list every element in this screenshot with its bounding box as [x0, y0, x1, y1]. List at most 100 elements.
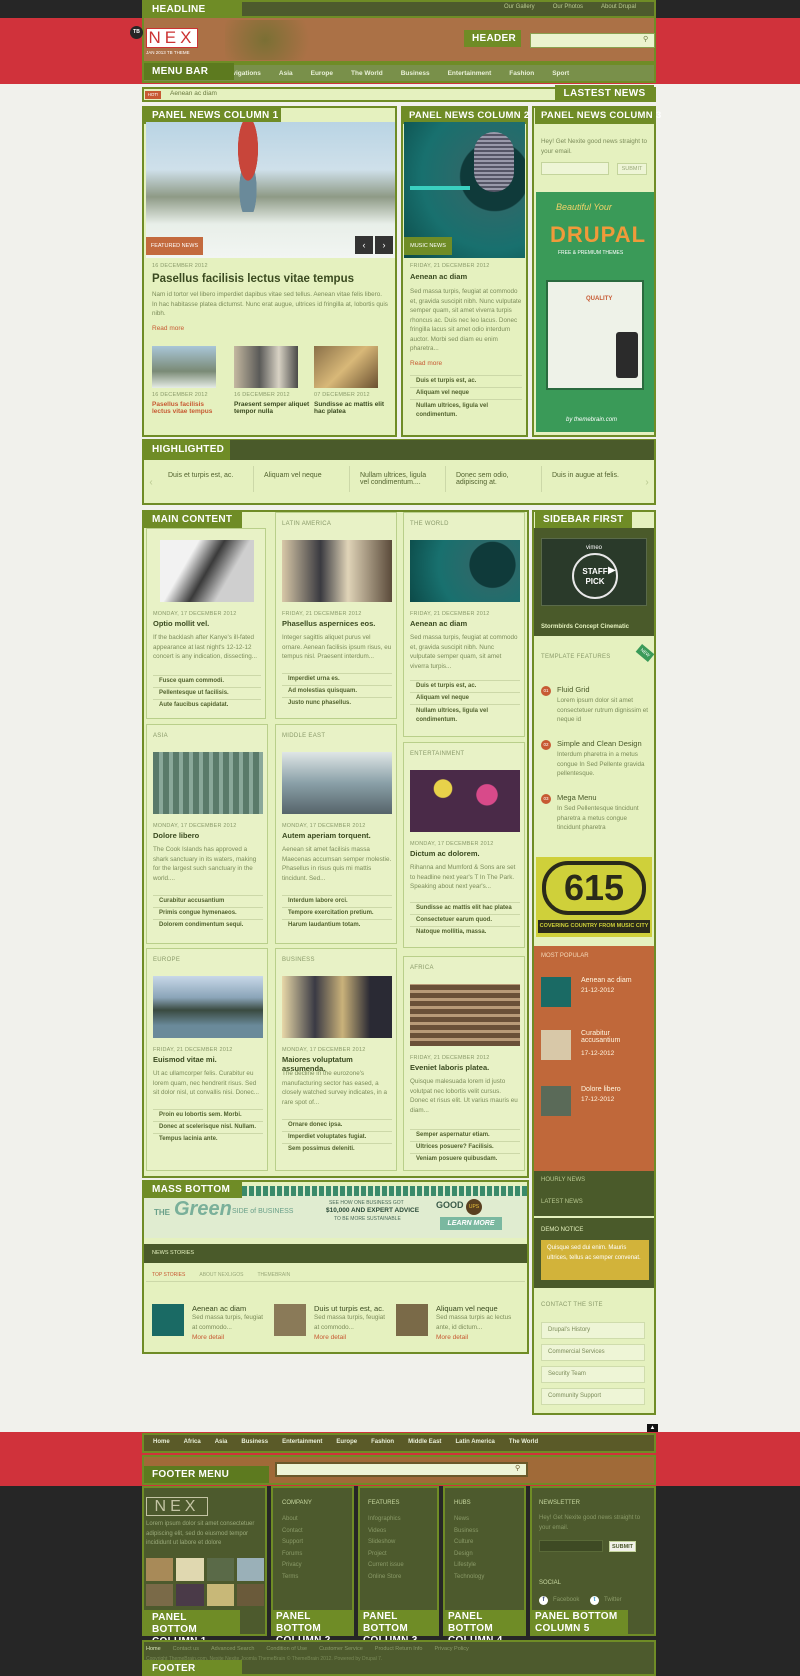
highlight-item[interactable]: Nullam ultrices, ligula vel condimentum.…	[350, 466, 446, 492]
footer-nav-business[interactable]: Business	[234, 1434, 275, 1451]
bullet-item[interactable]: Veniam posuere quibusdam.	[410, 1153, 520, 1165]
contact-link-commercial[interactable]: Commercial Services	[541, 1344, 645, 1361]
bullet-item[interactable]: Duis et turpis est, ac.	[410, 680, 520, 692]
subscribe-email-input[interactable]	[541, 162, 609, 175]
article-card-9[interactable]: AFRICA FRIDAY, 21 DECEMBER 2012 Eveniet …	[403, 956, 525, 1171]
tab-about[interactable]: ABOUT NEXLIGOS	[199, 1268, 243, 1281]
slider-next-button[interactable]: ›	[375, 236, 393, 254]
highlight-item[interactable]: Donec sem odio, adipiscing at.	[446, 466, 542, 492]
bullet-item[interactable]: Sem possimus deleniti.	[282, 1143, 392, 1155]
bullet-item[interactable]: Ornare donec ipsa.	[282, 1119, 392, 1131]
bullet-item[interactable]: Ultrices posuere? Facilisis.	[410, 1141, 520, 1153]
company-link[interactable]: Terms	[282, 1574, 303, 1580]
hubs-link[interactable]: News	[454, 1516, 484, 1522]
bullet-item[interactable]: Semper aspernatur etiam.	[410, 1129, 520, 1141]
latest-news-tab[interactable]: LATEST NEWS	[541, 1199, 583, 1205]
footer-search-input[interactable]	[275, 1462, 528, 1477]
footer-nav-fashion[interactable]: Fashion	[364, 1434, 401, 1451]
contact-link-history[interactable]: Drupal's History	[541, 1322, 645, 1339]
bullet-item[interactable]: Donec at scelerisque nisl. Nullam.	[153, 1121, 263, 1133]
search-input[interactable]	[530, 33, 655, 48]
newsletter-email-input[interactable]	[539, 1540, 603, 1552]
bullet-item[interactable]: Nullam ultrices, ligula vel condimentum.	[410, 399, 522, 420]
highlight-item[interactable]: Duis et turpis est, ac.	[158, 466, 254, 492]
facebook-link[interactable]: Facebook	[553, 1597, 579, 1603]
facebook-icon[interactable]: f	[539, 1596, 548, 1605]
story-more[interactable]: More detail	[436, 1334, 468, 1341]
bullet-item[interactable]: Interdum labore orci.	[282, 895, 392, 907]
hubs-link[interactable]: Business	[454, 1528, 484, 1534]
twitter-link[interactable]: Twitter	[604, 1597, 622, 1603]
popular-item-3[interactable]: Dolore libero 17-12-2012	[541, 1084, 649, 1120]
top-link-gallery[interactable]: Our Gallery	[504, 4, 535, 10]
features-link[interactable]: Online Store	[368, 1574, 404, 1580]
banner-learn-more-button[interactable]: LEARN MORE	[440, 1217, 502, 1230]
footer-nav-the-world[interactable]: The World	[502, 1434, 545, 1451]
highlight-prev-button[interactable]: ‹	[146, 470, 156, 495]
gallery-thumb[interactable]	[176, 1558, 204, 1581]
play-icon[interactable]: ▶	[608, 565, 616, 576]
popular-item-1[interactable]: Aenean ac diam 21-12-2012	[541, 975, 649, 1011]
nav-fashion[interactable]: Fashion	[500, 64, 543, 83]
footer-link[interactable]: Condition of Use	[266, 1646, 307, 1652]
bullet-item[interactable]: Fusce quam commodi.	[153, 675, 261, 687]
company-link[interactable]: Support	[282, 1539, 303, 1545]
company-link[interactable]: Contact	[282, 1528, 303, 1534]
bullet-item[interactable]: Aliquam vel neque	[410, 692, 520, 704]
article-card-6[interactable]: ENTERTAINMENT MONDAY, 17 DECEMBER 2012 D…	[403, 742, 525, 948]
twitter-icon[interactable]: t	[590, 1596, 599, 1605]
nav-asia[interactable]: Asia	[270, 64, 302, 83]
ticker-text[interactable]: Aenean ac diam	[170, 90, 217, 97]
story-item-3[interactable]: Aliquam vel neque Sed massa turpis ac le…	[396, 1304, 524, 1344]
article-card-5[interactable]: MIDDLE EAST MONDAY, 17 DECEMBER 2012 Aut…	[275, 724, 397, 944]
bullet-item[interactable]: Nullam ultrices, ligula vel condimentum.	[410, 704, 520, 725]
nav-sport[interactable]: Sport	[543, 64, 578, 83]
features-link[interactable]: Project	[368, 1551, 404, 1557]
hubs-link[interactable]: Lifestyle	[454, 1562, 484, 1568]
footer-nav-africa[interactable]: Africa	[177, 1434, 208, 1451]
popular-item-2[interactable]: Curabitur accusantium 17-12-2012	[541, 1028, 649, 1064]
article-card-1[interactable]: MONDAY, 17 DECEMBER 2012 Optio mollit ve…	[146, 528, 266, 719]
bullet-item[interactable]: Duis et turpis est, ac.	[410, 375, 522, 387]
story-more[interactable]: More detail	[192, 1334, 224, 1341]
panel1-mini-3[interactable]: 07 DECEMBER 2012 Sundisse ac mattis elit…	[314, 346, 388, 431]
drupal-ad[interactable]: Beautiful Your DRUPAL FREE & PREMIUM THE…	[536, 192, 654, 432]
bullet-item[interactable]: Tempore exercitation pretium.	[282, 907, 392, 919]
logo[interactable]: TB NEX JAN 2013 TB THEME	[130, 22, 210, 62]
featured-read-more[interactable]: Read more	[152, 325, 184, 332]
hubs-link[interactable]: Design	[454, 1551, 484, 1557]
gallery-thumb[interactable]	[236, 1583, 264, 1606]
story-item-1[interactable]: Aenean ac diam Sed massa turpis, feugiat…	[152, 1304, 270, 1344]
video-thumbnail[interactable]: vimeo STAFF PICK ▶	[541, 538, 647, 606]
footer-nav-home[interactable]: Home	[146, 1434, 177, 1451]
top-link-photos[interactable]: Our Photos	[553, 4, 583, 10]
article-card-4[interactable]: ASIA MONDAY, 17 DECEMBER 2012 Dolore lib…	[146, 724, 268, 944]
footer-nav-entertainment[interactable]: Entertainment	[275, 1434, 329, 1451]
nav-europe[interactable]: Europe	[302, 64, 342, 83]
bullet-item[interactable]: Curabitur accusantium	[153, 895, 263, 907]
footer-nav-middle-east[interactable]: Middle East	[401, 1434, 448, 1451]
article-card-7[interactable]: EUROPE FRIDAY, 21 DECEMBER 2012 Euismod …	[146, 948, 268, 1171]
bullet-item[interactable]: Harum laudantium totam.	[282, 919, 392, 931]
bullet-item[interactable]: Proin eu lobortis sem. Morbi.	[153, 1109, 263, 1121]
tab-themebrain[interactable]: THEMEBRAIN	[257, 1268, 290, 1281]
panel1-mini-1[interactable]: 16 DECEMBER 2012 Pasellus facilisis lect…	[152, 346, 222, 431]
contact-link-community[interactable]: Community Support	[541, 1388, 645, 1405]
tab-top-stories[interactable]: TOP STORIES	[152, 1268, 185, 1281]
article-card-8[interactable]: BUSINESS MONDAY, 17 DECEMBER 2012 Maiore…	[275, 948, 397, 1171]
nav-entertainment[interactable]: Entertainment	[439, 64, 501, 83]
bullet-item[interactable]: Primis congue hymenaeos.	[153, 907, 263, 919]
newsletter-submit-button[interactable]: SUBMIT	[609, 1541, 636, 1552]
music-read-more[interactable]: Read more	[410, 360, 442, 367]
slider-prev-button[interactable]: ‹	[355, 236, 373, 254]
highlight-next-button[interactable]: ›	[642, 470, 652, 495]
bullet-item[interactable]: Tempus lacinia ante.	[153, 1133, 263, 1145]
footer-nav-europe[interactable]: Europe	[329, 1434, 364, 1451]
nav-business[interactable]: Business	[392, 64, 439, 83]
features-link[interactable]: Slideshow	[368, 1539, 404, 1545]
article-card-3[interactable]: THE WORLD FRIDAY, 21 DECEMBER 2012 Aenea…	[403, 512, 525, 737]
company-link[interactable]: About	[282, 1516, 303, 1522]
company-link[interactable]: Privacy	[282, 1562, 303, 1568]
bullet-item[interactable]: Justo nunc phasellus.	[282, 697, 392, 709]
nav-the-world[interactable]: The World	[342, 64, 392, 83]
